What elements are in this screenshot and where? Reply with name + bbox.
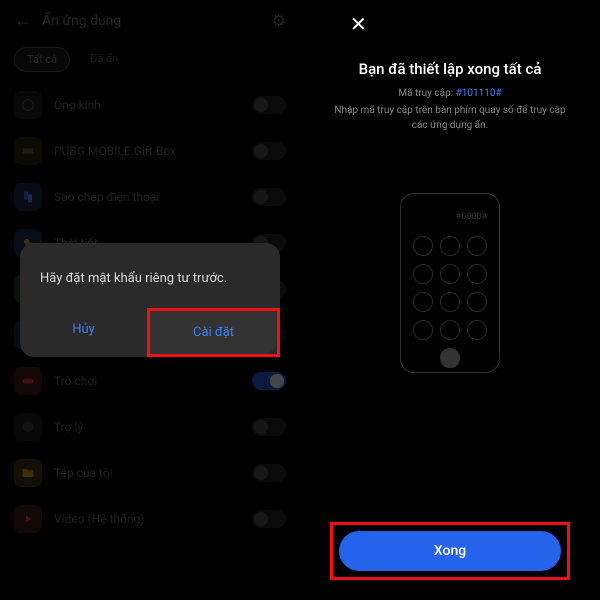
access-code: #101110# [456, 88, 502, 99]
highlight-box: Xong [330, 522, 570, 580]
keypad-key [413, 236, 433, 256]
keypad-key [413, 320, 433, 340]
keypad-key [413, 292, 433, 312]
dialog-message: Hãy đặt mật khẩu riêng tư trước. [20, 263, 280, 308]
phone-mockup: #0000# [400, 193, 500, 373]
dialog-overlay: Hãy đặt mật khẩu riêng tư trước. Hủy Cài… [0, 0, 300, 600]
code-label: Mã truy cập: [398, 88, 453, 99]
dialog-buttons: Hủy Cài đặt [20, 308, 280, 357]
settings-button[interactable]: Cài đặt [150, 311, 277, 354]
home-key [440, 348, 460, 368]
access-code-line: Mã truy cập: #101110# [300, 88, 600, 99]
right-pane: ✕ Bạn đã thiết lập xong tất cả Mã truy c… [300, 0, 600, 600]
setup-description: Nhập mã truy cập trên bàn phím quay số đ… [300, 103, 600, 133]
dialog: Hãy đặt mật khẩu riêng tư trước. Hủy Cài… [20, 243, 280, 357]
keypad-key [467, 236, 487, 256]
keypad [413, 236, 487, 368]
keypad-key [467, 292, 487, 312]
dialer-display: #0000# [413, 212, 487, 222]
setup-title: Bạn đã thiết lập xong tất cả [300, 60, 600, 78]
done-button[interactable]: Xong [339, 531, 561, 571]
left-pane: ← Ẩn ứng dụng ⚙ Tất cả Đã ẩn Ống kính PU… [0, 0, 300, 600]
keypad-key [440, 236, 460, 256]
keypad-key [413, 264, 433, 284]
cancel-button[interactable]: Hủy [20, 308, 147, 357]
keypad-key [440, 264, 460, 284]
close-icon[interactable]: ✕ [350, 12, 367, 36]
highlight-box: Cài đặt [147, 308, 280, 357]
keypad-key [440, 320, 460, 340]
keypad-key [467, 320, 487, 340]
keypad-key [467, 264, 487, 284]
keypad-key [440, 292, 460, 312]
